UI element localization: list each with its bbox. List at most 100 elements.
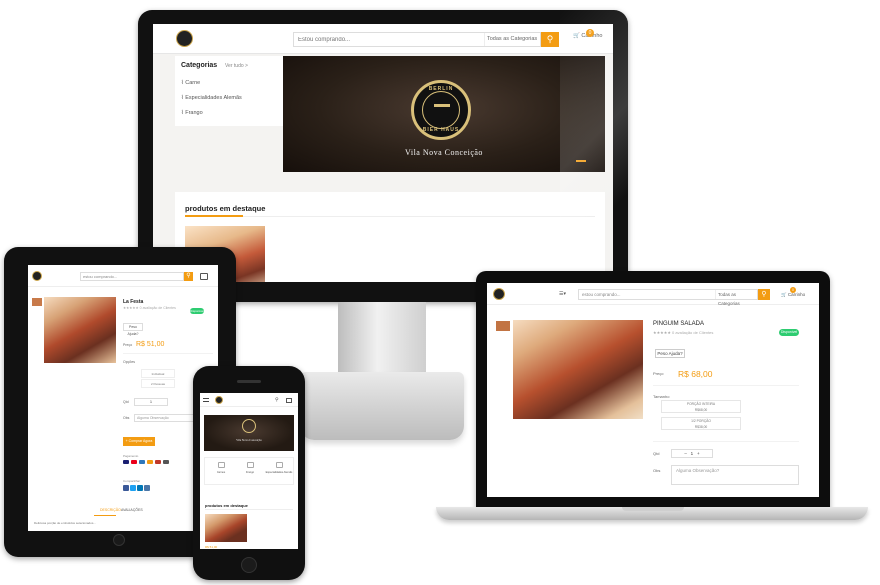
quantity-stepper[interactable]: 1 — [134, 398, 168, 406]
hero-banner[interactable]: BERLIN BIER HAUS Vila Nova Conceição — [283, 56, 605, 172]
search-bar: Todas as Categorias — [293, 32, 541, 47]
mastercard-icon — [131, 460, 137, 464]
product-rating: ★★★★★ 0 avaliação de Clientes — [653, 330, 714, 335]
phone-speaker — [237, 380, 261, 383]
chicken-icon: ⌇ — [181, 110, 184, 116]
search-button[interactable]: ⚲ — [184, 272, 193, 281]
cart-count-badge: 0 — [790, 287, 796, 293]
cart-label: Carrinho — [787, 292, 806, 297]
product-price: R$ 51,00 — [136, 341, 165, 348]
desktop-header: Todas as Categorias ⚲ 🛒 Carrinho 0 — [153, 24, 613, 54]
category-frango[interactable]: Frango — [236, 462, 264, 474]
category-select[interactable]: Todas as Categorias — [484, 33, 540, 46]
search-icon[interactable]: ⚲ — [275, 397, 279, 403]
search-icon: ⚲ — [546, 34, 554, 44]
laptop-notch — [622, 507, 684, 511]
price-label: Preço — [653, 371, 664, 376]
search-input[interactable]: estou comprando... — [579, 290, 709, 299]
options-label: Opções — [123, 360, 136, 364]
search-button[interactable]: ⚲ — [541, 32, 559, 47]
category-select[interactable]: Todas as Categorias — [715, 290, 759, 306]
option-half-portion[interactable]: 1/2 PORÇÃO R$38,00 — [661, 417, 741, 430]
product-description: Deliciosa porção de embutidos selecionad… — [34, 521, 96, 525]
option-individual[interactable]: Individual — [141, 369, 175, 378]
minus-icon[interactable]: – — [684, 451, 687, 456]
qty-label: Qtd — [123, 400, 129, 404]
search-input[interactable]: estou comprando... — [80, 272, 184, 281]
tablet-home-button — [113, 534, 125, 546]
categories-view-all-link[interactable]: Ver tudo > — [225, 63, 248, 69]
logo[interactable] — [493, 288, 505, 300]
chicken-icon — [246, 462, 254, 468]
product-thumbnail[interactable] — [496, 321, 510, 331]
logo[interactable] — [176, 30, 193, 47]
twitter-icon[interactable] — [130, 485, 136, 491]
price-label: Preço — [123, 343, 133, 347]
category-item-frango[interactable]: ⌇ Frango — [181, 110, 203, 116]
sausage-icon: ⌇ — [181, 95, 184, 101]
search-button[interactable]: ⚲ — [758, 289, 770, 300]
linkedin-icon[interactable] — [137, 485, 143, 491]
observation-textarea[interactable]: Alguma Observação? — [671, 465, 799, 485]
vk-icon[interactable] — [144, 485, 150, 491]
quantity-stepper[interactable]: – 1 + — [671, 449, 713, 458]
featured-product-image[interactable] — [205, 514, 247, 542]
product-image — [513, 320, 643, 419]
featured-title: produtos em destaque — [185, 204, 266, 213]
weight-help-button[interactable]: Peso Ajuda? — [655, 349, 685, 358]
category-item-especialidades[interactable]: ⌇ Especialidades Alemãs — [181, 95, 242, 101]
product-thumbnail[interactable] — [32, 298, 42, 306]
brandenburg-gate-icon — [434, 104, 450, 116]
category-item-carne[interactable]: ⌇ Carne — [181, 80, 200, 86]
category-especialidades[interactable]: Especialidades Alemãs — [265, 462, 293, 474]
visa-icon — [123, 460, 129, 464]
berlin-bier-haus-logo: BERLIN BIER HAUS — [411, 80, 471, 140]
cart-icon[interactable] — [200, 273, 208, 280]
option-full-portion[interactable]: PORÇÃO INTEIRA R$68,00 — [661, 400, 741, 413]
cart-icon: 🛒 — [573, 33, 580, 39]
monitor-stand-neck — [338, 302, 426, 376]
qty-label: Qtd — [653, 451, 660, 456]
meat-icon: ⌇ — [181, 80, 184, 86]
logo[interactable] — [32, 271, 42, 281]
categories-title: Categorias — [181, 62, 218, 69]
category-carnes[interactable]: Carnes — [207, 462, 235, 474]
search-input[interactable] — [294, 33, 480, 46]
option-two-people[interactable]: 2 Pessoas — [141, 379, 175, 388]
plus-icon[interactable]: + — [697, 451, 700, 456]
tablet-header: estou comprando... ⚲ — [28, 265, 218, 287]
monitor-stand-base — [300, 372, 464, 440]
featured-product-price: R$ 51,00 — [205, 545, 218, 549]
laptop-header: ☰▾ estou comprando... Todas as Categoria… — [487, 283, 819, 306]
weight-help-button[interactable]: Peso Ajuda? — [123, 323, 143, 336]
search-icon: ⚲ — [186, 273, 191, 279]
product-name: PINGUIM SALADA — [653, 321, 705, 327]
desktop-screen: Todas as Categorias ⚲ 🛒 Carrinho 0 Categ… — [153, 24, 613, 282]
elo-icon — [147, 460, 153, 464]
featured-title: produtos em destaque — [205, 503, 248, 508]
facebook-icon[interactable] — [123, 485, 129, 491]
slider-indicator[interactable] — [576, 160, 586, 162]
laptop-screen: ☰▾ estou comprando... Todas as Categoria… — [487, 283, 819, 497]
sausage-icon — [275, 462, 283, 468]
options-label: Tamanho — [653, 394, 670, 399]
obs-label: Obs — [653, 468, 661, 473]
tab-description[interactable]: DESCRIÇÃO — [100, 508, 121, 512]
diners-icon — [163, 460, 169, 464]
berlin-bier-haus-logo — [242, 419, 256, 433]
logo[interactable] — [215, 396, 223, 404]
phone-screen: ⚲ Vila Nova Conceição Carnes Frango Espe… — [200, 393, 298, 549]
availability-badge: Disponível — [779, 329, 799, 336]
cart-count-badge: 0 — [586, 29, 594, 37]
tablet-screen: estou comprando... ⚲ La Festa ★★★★★ 0 av… — [28, 265, 218, 531]
hero-banner[interactable]: Vila Nova Conceição — [204, 415, 294, 451]
tab-reviews[interactable]: AVALIAÇÕES — [121, 508, 143, 512]
payment-label: Pagamento — [123, 454, 139, 458]
product-name: La Festa — [123, 299, 144, 305]
hamburger-menu-icon[interactable] — [203, 398, 209, 402]
phone-home-button — [241, 557, 257, 573]
product-price: R$ 68,00 — [678, 369, 713, 379]
add-to-cart-button[interactable]: + Comprar Agora — [123, 437, 155, 446]
menu-icon[interactable]: ☰▾ — [559, 291, 566, 297]
cart-icon[interactable] — [286, 398, 292, 403]
